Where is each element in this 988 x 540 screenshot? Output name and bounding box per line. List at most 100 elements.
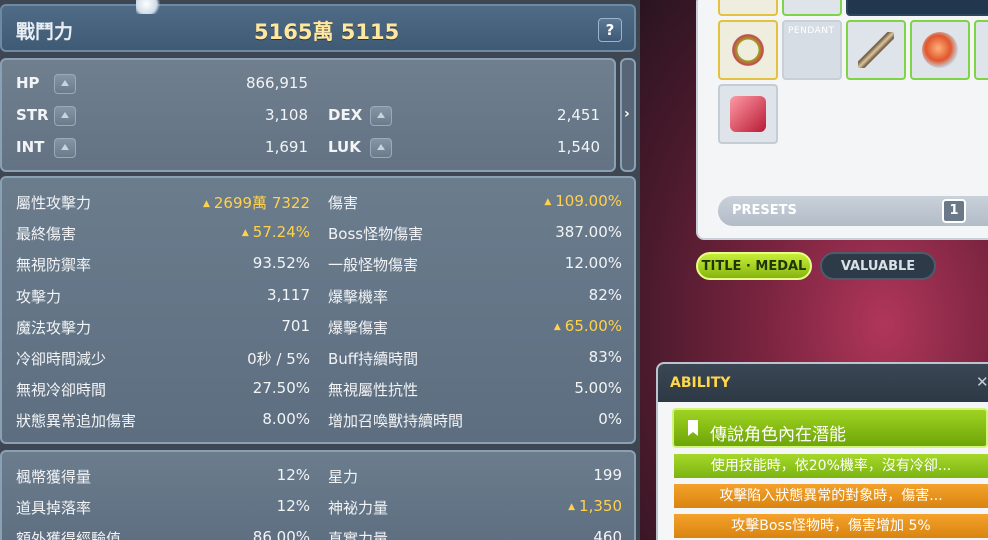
stat-row: 最終傷害 ▲ 57.24% xyxy=(16,223,310,247)
stat-row: 額外獲得經驗值 86.00% xyxy=(16,528,310,540)
stat-label: HP xyxy=(16,74,40,92)
stat-label: 一般怪物傷害 xyxy=(328,256,419,275)
stat-value-text: 3,117 xyxy=(267,285,310,304)
stat-value: 0秒 / 5% xyxy=(247,348,310,369)
combat-power-label: 戰鬥力 xyxy=(16,21,74,43)
advanced-stats-panel: 屬性攻擊力 ▲ 2699萬 7322 最終傷害 ▲ 57.24% 無視防禦率 93.52% 攻擊… xyxy=(0,176,636,444)
tab-title-medal[interactable]: TITLE · MEDAL xyxy=(696,252,812,280)
weapon-slot[interactable] xyxy=(846,20,906,80)
stat-row-int: INT 1,691 xyxy=(16,138,316,162)
equip-slot-blue[interactable] xyxy=(846,0,988,16)
stat-value: 387.00% xyxy=(555,223,622,241)
stat-row: 增加召喚獸持續時間 0% xyxy=(328,410,622,434)
emblem-icon xyxy=(730,96,766,132)
close-icon[interactable]: ✕ xyxy=(976,373,988,391)
increase-arrow-icon: ▲ xyxy=(568,502,576,513)
stat-value-text: 86.00% xyxy=(252,528,310,540)
chevron-right-icon[interactable]: › xyxy=(624,106,630,122)
stat-value: 12.00% xyxy=(565,254,622,272)
stat-value: 701 xyxy=(281,317,310,335)
ap-plus-icon[interactable] xyxy=(370,138,392,158)
stat-row: 魔法攻擊力 701 xyxy=(16,317,310,341)
stat-value: 8.00% xyxy=(262,410,310,428)
belt-slot[interactable] xyxy=(718,20,778,80)
help-button[interactable]: ? xyxy=(598,18,622,42)
stat-label: 狀態異常追加傷害 xyxy=(16,412,137,431)
stat-row-hp: HP 866,915 xyxy=(16,74,316,98)
stat-label: LUK xyxy=(328,138,361,156)
ability-title: ABILITY xyxy=(670,375,731,391)
stat-value: 27.50% xyxy=(253,379,310,397)
ap-plus-icon[interactable] xyxy=(54,106,76,126)
tab-valuable[interactable]: VALUABLE xyxy=(820,252,936,280)
stat-label: 最終傷害 xyxy=(16,225,77,244)
ap-plus-icon[interactable] xyxy=(54,138,76,158)
emblem-slot[interactable] xyxy=(718,84,778,144)
pendant-slot[interactable]: PENDANT xyxy=(782,20,842,80)
stat-label: 神祕力量 xyxy=(328,499,389,518)
stat-value-text: 65.00% xyxy=(564,316,622,335)
ability-window: ABILITY ✕ 傳說角色內在潛能 使用技能時，依20%機率，沒有冷卻... … xyxy=(656,362,988,540)
increase-arrow-icon: ▲ xyxy=(202,199,210,209)
stat-value: ▲ 1,350 xyxy=(568,497,622,515)
stat-value-text: 93.52% xyxy=(252,254,310,273)
stat-label: 增加召喚獸持續時間 xyxy=(328,412,464,431)
ability-line: 攻擊陷入狀態異常的對象時，傷害... xyxy=(674,484,988,508)
stat-value: 5.00% xyxy=(574,379,622,397)
stat-label: INT xyxy=(16,138,45,156)
stat-label: 道具掉落率 xyxy=(16,499,92,518)
increase-arrow-icon: ▲ xyxy=(553,321,561,332)
stat-value: ▲ 2699萬 7322 xyxy=(203,192,310,213)
stat-value-text: 5.00% xyxy=(574,379,622,398)
stat-label: 無視屬性抗性 xyxy=(328,381,419,400)
stat-label: 傷害 xyxy=(328,194,359,212)
stat-label: 額外獲得經驗值 xyxy=(16,530,122,540)
ap-plus-icon[interactable] xyxy=(54,74,76,94)
stat-value: 199 xyxy=(593,466,622,484)
stat-row: 星力 199 xyxy=(328,466,622,490)
combat-power-value: 5165萬 5115 xyxy=(254,20,400,44)
stat-value: 460 xyxy=(593,528,622,540)
stat-label: 無視防禦率 xyxy=(16,256,92,275)
ap-plus-icon[interactable] xyxy=(370,106,392,126)
stat-row-str: STR 3,108 xyxy=(16,106,316,130)
increase-arrow-icon: ▲ xyxy=(241,228,249,239)
equip-slot[interactable] xyxy=(718,0,778,16)
base-stats-panel: HP 866,915 STR 3,108 DEX 2,451 INT 1,691… xyxy=(0,58,616,172)
equip-slot-partial[interactable] xyxy=(974,20,988,80)
stat-value: 82% xyxy=(589,286,622,304)
stat-label: 無視冷卻時間 xyxy=(16,381,107,400)
stat-value-text: 0% xyxy=(598,410,622,429)
stat-value-text: 12% xyxy=(276,466,310,484)
stat-label: 攻擊力 xyxy=(16,287,62,306)
stat-row: 道具掉落率 12% xyxy=(16,497,310,521)
equip-slot[interactable] xyxy=(782,0,842,16)
stat-value-text: 27.50% xyxy=(252,379,310,398)
misc-stats-panel: 楓幣獲得量 12% 道具掉落率 12% 額外獲得經驗值 86.00% 星力 199 神祕力量 ▲… xyxy=(0,450,636,540)
stat-value-text: 199 xyxy=(593,466,622,484)
stat-value-text: 83% xyxy=(588,348,622,366)
stat-label: 魔法攻擊力 xyxy=(16,318,92,337)
ability-header: ABILITY ✕ xyxy=(658,364,988,402)
increase-arrow-icon: ▲ xyxy=(544,197,552,207)
preset-1-button[interactable]: 1 xyxy=(942,199,966,223)
stat-value: 0% xyxy=(598,410,622,428)
pendant-slot-label: PENDANT xyxy=(788,26,835,36)
stat-row: 爆擊傷害 ▲ 65.00% xyxy=(328,317,622,341)
stat-row: 爆擊機率 82% xyxy=(328,286,622,310)
stat-value-text: 387.00% xyxy=(555,223,622,242)
stat-row: Boss怪物傷害 387.00% xyxy=(328,223,622,247)
presets-label: PRESETS xyxy=(732,203,797,218)
stat-value: 83% xyxy=(589,348,622,366)
stat-value: 3,117 xyxy=(267,286,310,304)
stat-label: STR xyxy=(16,106,49,124)
combat-power-bar: 戰鬥力 5165萬 5115 ? xyxy=(0,4,636,52)
stat-row: Buff持續時間 83% xyxy=(328,348,622,372)
stat-label: 冷卻時間減少 xyxy=(16,350,107,368)
stat-value: 1,540 xyxy=(557,138,600,156)
badge-slot[interactable] xyxy=(910,20,970,80)
stat-row: 無視屬性抗性 5.00% xyxy=(328,379,622,403)
stat-row: 狀態異常追加傷害 8.00% xyxy=(16,410,310,434)
equipment-window: PENDANT PRESETS 1 xyxy=(696,0,988,240)
stat-value-text: 701 xyxy=(281,316,310,335)
